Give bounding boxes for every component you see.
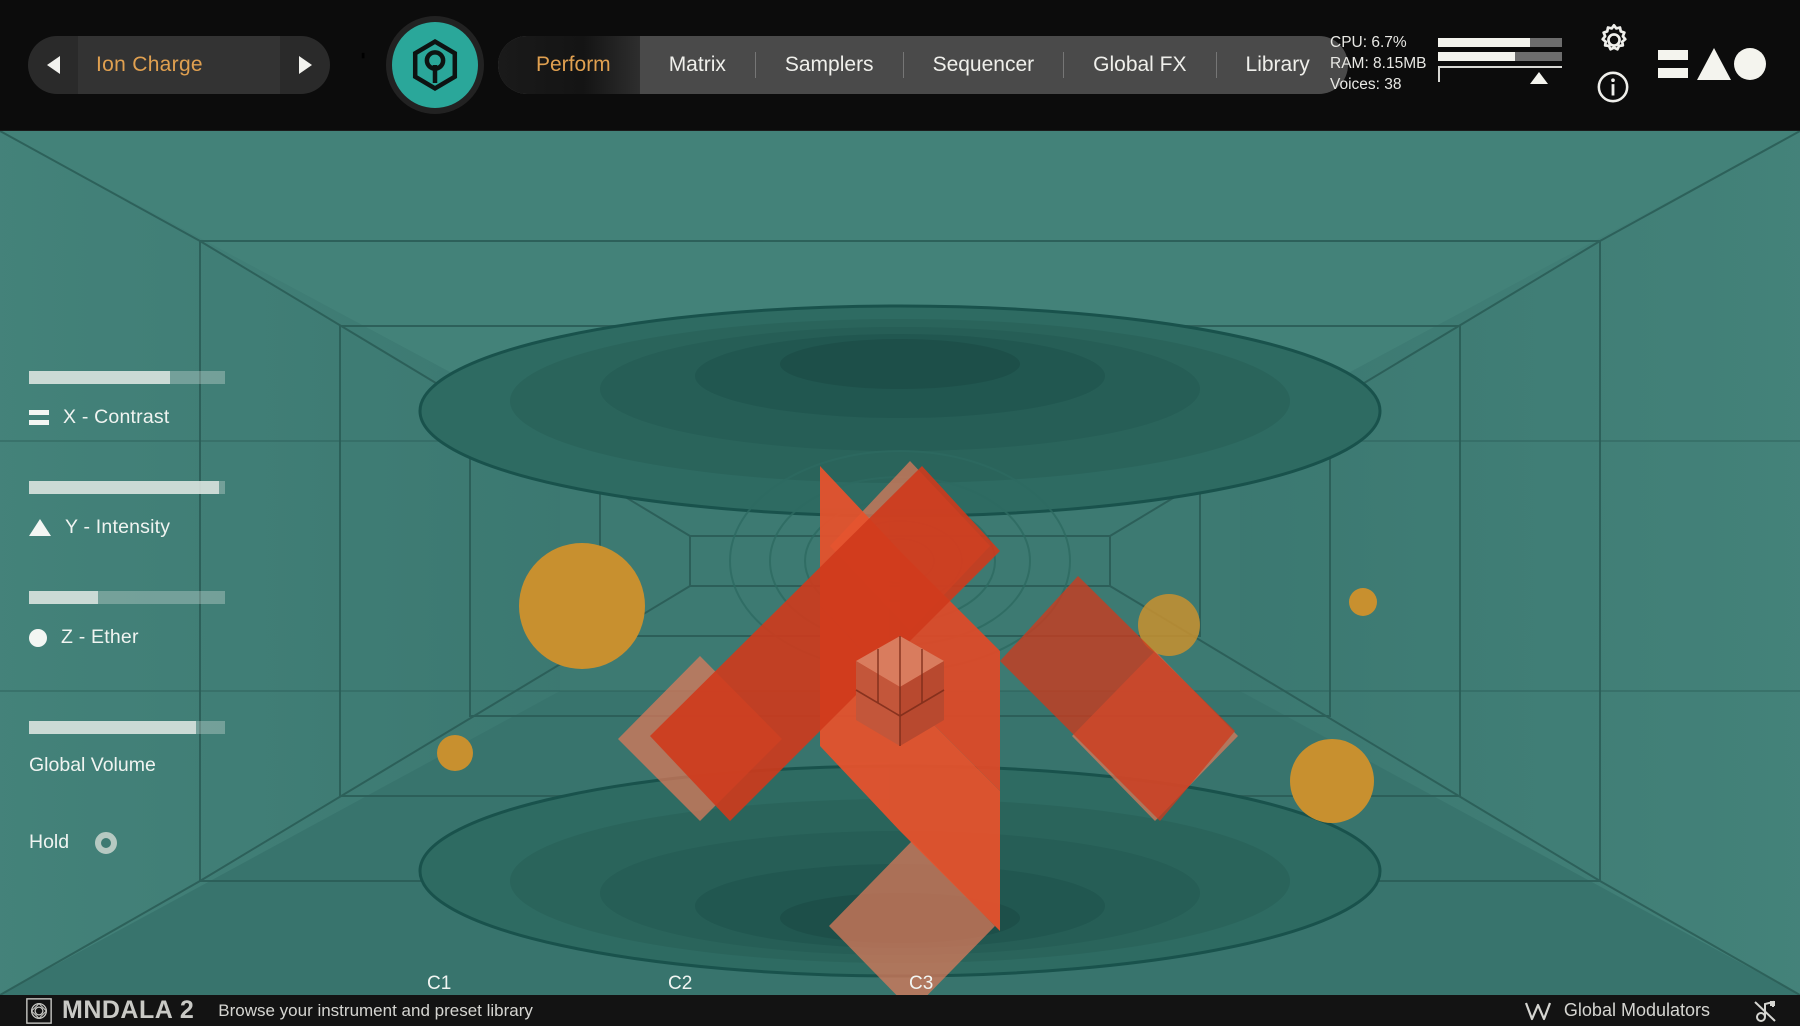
save-disk-icon (361, 52, 365, 59)
tab-library-label: Library (1245, 53, 1310, 76)
tab-global-fx-label: Global FX (1093, 53, 1187, 76)
macro-control-z: Z - Ether (29, 591, 229, 649)
hold-control: Hold (29, 831, 118, 854)
global-modulators-label[interactable]: Global Modulators (1564, 1000, 1710, 1021)
main-tab-bar: Perform Matrix Samplers Sequencer Global… (498, 36, 1348, 94)
voices-stat: Voices: 38 (1330, 76, 1402, 93)
tab-samplers[interactable]: Samplers (756, 36, 903, 94)
preset-name-field[interactable]: Ion Charge (78, 36, 280, 94)
ram-stat: RAM: 8.15MB (1330, 55, 1427, 72)
mndala-app-window: X - Contrast Y - Intensity Z - Ether Glo… (0, 0, 1800, 1026)
triangle-up-icon (29, 519, 51, 536)
slider-x-contrast[interactable] (29, 371, 225, 384)
slider-y-intensity[interactable] (29, 481, 225, 494)
macro-control-y: Y - Intensity (29, 481, 229, 539)
slider-global-volume[interactable] (29, 721, 225, 734)
preset-prev-button[interactable] (28, 36, 78, 94)
mndala-hex-logo-icon (412, 38, 458, 92)
ring-knob-icon[interactable] (95, 831, 118, 854)
cpu-meter (1438, 38, 1562, 47)
macro-label-x: X - Contrast (63, 406, 170, 428)
triangle-right-icon (298, 56, 312, 74)
slider-z-ether[interactable] (29, 591, 225, 604)
top-toolbar: Ion Charge Perform Matrix Samplers Seque… (0, 0, 1800, 131)
tab-sequencer-label: Sequencer (932, 53, 1035, 76)
note-muted-icon[interactable] (1752, 998, 1778, 1024)
global-volume-control: Global Volume (29, 721, 229, 777)
macro-control-x: X - Contrast (29, 371, 229, 429)
filled-circle-icon (29, 628, 47, 647)
tab-perform-label: Perform (536, 53, 611, 76)
tab-samplers-label: Samplers (784, 53, 874, 76)
tab-sequencer[interactable]: Sequencer (904, 36, 1064, 94)
resource-meters (1438, 38, 1562, 84)
settings-button[interactable] (1596, 22, 1632, 58)
macro-label-z: Z - Ether (61, 626, 139, 648)
voice-meter-marker-icon (1530, 72, 1548, 84)
preset-next-button[interactable] (280, 36, 330, 94)
tab-global-fx[interactable]: Global FX (1064, 36, 1215, 94)
tab-matrix[interactable]: Matrix (640, 36, 755, 94)
bars-triangle-circle-logo-icon (1658, 48, 1766, 80)
system-stats: CPU: 6.7% RAM: 8.15MB Voices: 38 (1330, 32, 1426, 95)
preset-browser: Ion Charge (28, 36, 330, 94)
info-icon (1597, 71, 1629, 103)
mndala-square-logo-icon (26, 997, 52, 1024)
save-preset-button[interactable] (343, 46, 379, 82)
app-title: MNDALA 2 (62, 996, 195, 1024)
macro-label-y: Y - Intensity (65, 516, 171, 538)
hold-label: Hold (29, 831, 70, 853)
info-button[interactable] (1596, 70, 1630, 104)
status-bar-right: Global Modulators (1524, 998, 1778, 1024)
wave-icon (1524, 1002, 1551, 1020)
cpu-stat: CPU: 6.7% (1330, 34, 1407, 51)
ram-meter (1438, 52, 1562, 61)
status-description: Browse your instrument and preset librar… (218, 1000, 533, 1020)
triangle-left-icon (46, 56, 60, 74)
tab-library[interactable]: Library (1217, 36, 1348, 94)
tab-matrix-label: Matrix (668, 53, 726, 76)
equalizer-bars-icon (29, 410, 49, 425)
global-volume-label: Global Volume (29, 754, 156, 776)
voice-meter (1438, 66, 1562, 84)
tab-perform[interactable]: Perform (498, 36, 640, 94)
brand-logo (1658, 40, 1766, 90)
mndala-logo-button[interactable] (392, 22, 478, 108)
macro-controls-panel: X - Contrast Y - Intensity Z - Ether Glo… (0, 131, 300, 995)
gear-icon (1601, 23, 1627, 51)
status-bar: MNDALA 2 Browse your instrument and pres… (0, 995, 1800, 1026)
